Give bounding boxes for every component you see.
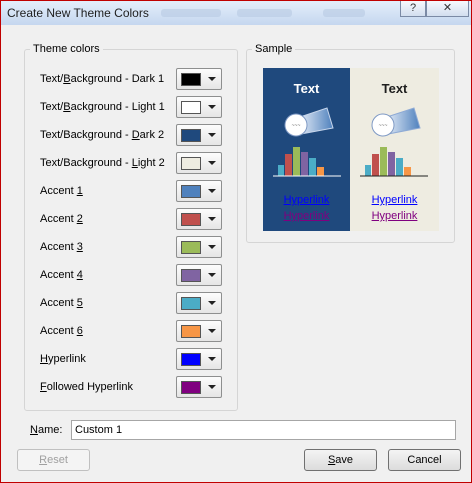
theme-color-label: Accent 2	[40, 213, 83, 225]
color-swatch	[181, 353, 201, 366]
sample-dark-panel: Text ~~~ Hyperlink Hyperlink	[263, 68, 350, 231]
color-swatch	[181, 213, 201, 226]
dropdown-arrow-icon	[208, 273, 216, 277]
color-swatch	[181, 185, 201, 198]
cancel-button[interactable]: Cancel	[388, 449, 461, 471]
create-theme-colors-dialog: Create New Theme Colors ? ✕ Theme colors…	[0, 0, 472, 483]
sample-dark-followed-hyperlink: Hyperlink	[283, 210, 330, 222]
theme-color-label: Text/Background - Light 1	[40, 101, 165, 113]
theme-colors-heading: Theme colors	[30, 43, 103, 55]
theme-color-label: Accent 6	[40, 325, 83, 337]
save-button[interactable]: Save	[304, 449, 377, 471]
theme-color-label: Hyperlink	[40, 353, 86, 365]
help-icon: ?	[409, 2, 417, 14]
help-button[interactable]: ?	[400, 1, 426, 17]
dropdown-arrow-icon	[208, 105, 216, 109]
background-ribbon-ghost	[237, 9, 292, 17]
sample-heading: Sample	[252, 43, 296, 55]
theme-color-label: Text/Background - Dark 1	[40, 73, 165, 85]
theme-color-label: Accent 4	[40, 269, 83, 281]
color-picker-button[interactable]	[176, 236, 222, 258]
color-swatch	[181, 325, 201, 338]
svg-text:~~~: ~~~	[292, 123, 301, 129]
dropdown-arrow-icon	[208, 217, 216, 221]
theme-color-label: Followed Hyperlink	[40, 381, 133, 393]
color-picker-button[interactable]	[176, 348, 222, 370]
title-bar[interactable]: Create New Theme Colors ? ✕	[1, 1, 471, 25]
dropdown-arrow-icon	[208, 133, 216, 137]
svg-text:~~~: ~~~	[379, 123, 388, 129]
sample-dark-shapes-icon: ~~~	[273, 107, 341, 177]
color-swatch	[181, 381, 201, 394]
sample-preview: Text ~~~ Hyperlink Hyperlink Text ~~~ Hy…	[263, 68, 439, 231]
color-picker-button[interactable]	[176, 292, 222, 314]
color-swatch	[181, 241, 201, 254]
dropdown-arrow-icon	[208, 161, 216, 165]
dropdown-arrow-icon	[208, 245, 216, 249]
color-picker-button[interactable]	[176, 376, 222, 398]
name-label: Name:	[30, 424, 63, 436]
background-ribbon-ghost	[161, 9, 221, 17]
theme-color-label: Text/Background - Light 2	[40, 157, 165, 169]
sample-light-followed-hyperlink: Hyperlink	[371, 210, 418, 222]
color-swatch	[181, 129, 201, 142]
dropdown-arrow-icon	[208, 329, 216, 333]
dropdown-arrow-icon	[208, 301, 216, 305]
dropdown-arrow-icon	[208, 77, 216, 81]
sample-light-panel: Text ~~~ Hyperlink Hyperlink	[350, 68, 439, 231]
dropdown-arrow-icon	[208, 189, 216, 193]
sample-dark-hyperlink: Hyperlink	[283, 194, 330, 206]
color-picker-button[interactable]	[176, 96, 222, 118]
dialog-title: Create New Theme Colors	[7, 6, 149, 20]
color-picker-button[interactable]	[176, 208, 222, 230]
color-picker-button[interactable]	[176, 320, 222, 342]
theme-color-label: Accent 1	[40, 185, 83, 197]
color-picker-button[interactable]	[176, 152, 222, 174]
sample-light-hyperlink: Hyperlink	[371, 194, 418, 206]
background-ribbon-ghost	[323, 9, 365, 17]
reset-button[interactable]: Reset	[17, 449, 90, 471]
dropdown-arrow-icon	[208, 357, 216, 361]
theme-color-label: Text/Background - Dark 2	[40, 129, 165, 141]
color-picker-button[interactable]	[176, 180, 222, 202]
theme-color-label: Accent 3	[40, 241, 83, 253]
color-picker-button[interactable]	[176, 68, 222, 90]
close-icon: ✕	[442, 2, 453, 14]
close-button[interactable]: ✕	[426, 1, 469, 17]
sample-light-shapes-icon: ~~~	[360, 107, 428, 177]
color-picker-button[interactable]	[176, 124, 222, 146]
dropdown-arrow-icon	[208, 385, 216, 389]
name-input[interactable]: Custom 1	[71, 420, 456, 440]
color-swatch	[181, 297, 201, 310]
color-picker-button[interactable]	[176, 264, 222, 286]
color-swatch	[181, 269, 201, 282]
color-swatch	[181, 157, 201, 170]
color-swatch	[181, 101, 201, 114]
color-swatch	[181, 73, 201, 86]
theme-color-label: Accent 5	[40, 297, 83, 309]
